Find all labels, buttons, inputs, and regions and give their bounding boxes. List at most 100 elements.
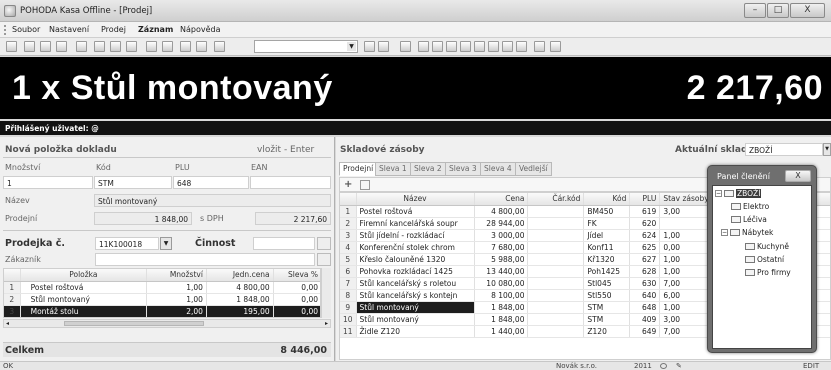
menu-napoveda[interactable]: Nápověda bbox=[180, 25, 221, 34]
tab-sleva-3[interactable]: Sleva 3 bbox=[445, 162, 481, 176]
link-icon[interactable] bbox=[418, 41, 429, 52]
receipt-number-field[interactable]: 11K100018 bbox=[95, 237, 159, 250]
zoom-icon[interactable] bbox=[534, 41, 545, 52]
stock-icon[interactable] bbox=[460, 41, 471, 52]
tab-sleva-2[interactable]: Sleva 2 bbox=[410, 162, 446, 176]
edit-doc-icon[interactable] bbox=[474, 41, 485, 52]
app-icon bbox=[4, 5, 16, 17]
collapse-icon[interactable]: − bbox=[715, 189, 722, 197]
transfer-icon[interactable] bbox=[488, 41, 499, 52]
chevron-down-icon[interactable]: ▼ bbox=[160, 237, 172, 250]
plu-field[interactable]: 648 bbox=[173, 176, 249, 189]
undo-icon[interactable] bbox=[162, 41, 173, 52]
chart-icon[interactable] bbox=[516, 41, 527, 52]
row-number: 4 bbox=[340, 241, 357, 254]
table-row[interactable]: 2 Stůl montovaný 1,00 1 848,00 0,00 bbox=[4, 293, 320, 306]
tree-item-pro-firmy[interactable]: Pro firmy bbox=[745, 268, 791, 277]
activity-field[interactable] bbox=[253, 237, 315, 250]
refresh-icon[interactable] bbox=[432, 41, 443, 52]
tree-item-nabytek[interactable]: − Nábytek bbox=[721, 228, 773, 237]
document-icon[interactable] bbox=[56, 41, 67, 52]
cell-name: Pohovka rozkládací 1425 bbox=[356, 265, 475, 278]
agenda-icon[interactable] bbox=[446, 41, 457, 52]
table-row-selected[interactable]: 3 Montáž stolu 2,00 195,00 0,00 bbox=[4, 305, 320, 317]
help-icon[interactable] bbox=[550, 41, 561, 52]
scroll-right-icon[interactable]: ▸ bbox=[325, 320, 328, 327]
chevron-down-icon[interactable]: ▼ bbox=[823, 143, 831, 156]
price-field[interactable]: 1 848,00 bbox=[94, 212, 192, 225]
tab-sleva-4[interactable]: Sleva 4 bbox=[480, 162, 516, 176]
scroll-left-icon[interactable]: ◂ bbox=[6, 320, 9, 327]
calc-icon[interactable] bbox=[196, 41, 207, 52]
tree-item-kuchyne[interactable]: Kuchyně bbox=[745, 242, 789, 251]
print-icon[interactable] bbox=[40, 41, 51, 52]
col-header[interactable]: Sleva % bbox=[273, 269, 320, 282]
col-header[interactable] bbox=[340, 193, 357, 206]
minimize-button[interactable]: – bbox=[744, 3, 766, 18]
menu-soubor[interactable]: Soubor bbox=[12, 25, 40, 34]
col-header[interactable]: Jedn.cena bbox=[206, 269, 274, 282]
col-header[interactable]: Cena bbox=[474, 193, 529, 206]
edit-icon[interactable] bbox=[146, 41, 157, 52]
panel-header[interactable]: Panel členění X bbox=[711, 169, 813, 183]
tab-vedlejsi[interactable]: Vedlejší bbox=[515, 162, 552, 176]
preview-icon[interactable] bbox=[24, 41, 35, 52]
col-header[interactable]: PLU bbox=[629, 193, 661, 206]
cell-code: Z120 bbox=[583, 325, 631, 338]
tree-item-ostatni[interactable]: Ostatní bbox=[745, 255, 784, 264]
close-button[interactable]: X bbox=[790, 3, 825, 18]
collapse-icon[interactable]: − bbox=[721, 228, 728, 236]
col-header[interactable]: Množství bbox=[146, 269, 207, 282]
paste-icon[interactable] bbox=[126, 41, 137, 52]
properties-icon[interactable] bbox=[6, 41, 17, 52]
ean-field[interactable] bbox=[250, 176, 331, 189]
menu-zaznam[interactable]: Záznam bbox=[138, 25, 173, 34]
qty-field[interactable]: 1 bbox=[3, 176, 93, 189]
customer-scroll[interactable] bbox=[317, 253, 331, 266]
row-number: 5 bbox=[340, 253, 357, 266]
col-header[interactable]: Položka bbox=[20, 269, 148, 282]
quick-search-combo[interactable]: ▼ bbox=[254, 40, 358, 53]
receipt-vertical-scrollbar[interactable] bbox=[321, 268, 331, 318]
tree-item-leciva[interactable]: Léčiva bbox=[731, 215, 767, 224]
name-field[interactable]: Stůl montovaný bbox=[94, 194, 331, 207]
menu-nastaveni[interactable]: Nastavení bbox=[49, 25, 89, 34]
tab-sleva-1[interactable]: Sleva 1 bbox=[375, 162, 411, 176]
new-icon[interactable] bbox=[94, 41, 105, 52]
list-icon[interactable] bbox=[378, 41, 389, 52]
add-icon[interactable]: + bbox=[344, 179, 352, 190]
copy-icon[interactable] bbox=[110, 41, 121, 52]
tree-item-zbozi[interactable]: − ZBOŽÍ bbox=[715, 189, 762, 198]
tool-icon[interactable] bbox=[400, 41, 411, 52]
current-stock-field[interactable]: ZBOŽÍ bbox=[745, 143, 823, 156]
scroll-thumb[interactable] bbox=[64, 321, 204, 326]
filter-icon[interactable] bbox=[214, 41, 225, 52]
table-row[interactable]: 1 Postel roštová 1,00 4 800,00 0,00 bbox=[4, 281, 320, 294]
menu-prodej[interactable]: Prodej bbox=[101, 25, 126, 34]
maximize-button[interactable]: □ bbox=[767, 3, 789, 18]
insert-enter-button[interactable]: vložit - Enter bbox=[257, 145, 314, 155]
window-title: POHODA Kasa Offline - [Prodej] bbox=[20, 6, 153, 16]
panel-close-button[interactable]: X bbox=[785, 170, 811, 182]
layout-icon[interactable] bbox=[502, 41, 513, 52]
filter-icon[interactable] bbox=[360, 180, 370, 190]
save-icon[interactable] bbox=[76, 41, 87, 52]
cell-price: 10 080,00 bbox=[474, 277, 529, 290]
tab-prodejni[interactable]: Prodejní bbox=[339, 162, 378, 176]
col-header[interactable]: Čár.kód bbox=[527, 193, 585, 206]
select-icon[interactable] bbox=[364, 41, 375, 52]
banner-item-text: 1 x Stůl montovaný bbox=[12, 69, 333, 107]
col-header[interactable] bbox=[4, 269, 21, 282]
receipt-horizontal-scrollbar[interactable]: ◂ ▸ bbox=[3, 319, 331, 328]
category-panel[interactable]: Panel členění X − ZBOŽÍ Elektro Léčiva − N… bbox=[707, 165, 817, 353]
customer-field[interactable] bbox=[95, 253, 315, 266]
col-header[interactable]: Název bbox=[356, 193, 475, 206]
activity-scroll[interactable] bbox=[317, 237, 331, 250]
vat-field[interactable]: 2 217,60 bbox=[255, 212, 331, 225]
percent-icon[interactable] bbox=[180, 41, 191, 52]
item-banner: 1 x Stůl montovaný 2 217,60 bbox=[0, 57, 831, 119]
cell-barcode bbox=[527, 289, 585, 302]
code-field[interactable]: STM bbox=[94, 176, 172, 189]
tree-item-elektro[interactable]: Elektro bbox=[731, 202, 769, 211]
col-header[interactable]: Kód bbox=[583, 193, 631, 206]
